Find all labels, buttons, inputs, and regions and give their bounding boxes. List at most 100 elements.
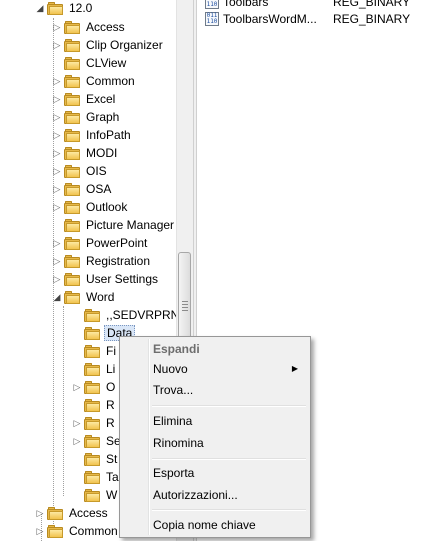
expand-icon[interactable]: ▷ (52, 252, 62, 270)
menu-item-label: Trova... (153, 383, 194, 397)
tree-node-osa[interactable]: ▷ OSA (52, 180, 113, 198)
folder-icon (64, 218, 80, 232)
tree-node-label: St (106, 452, 118, 466)
tree-node-infopath[interactable]: ▷ InfoPath (52, 126, 133, 144)
menu-separator (152, 405, 306, 407)
tree-connector (72, 306, 82, 324)
expand-icon[interactable]: ▷ (52, 36, 62, 54)
folder-icon (64, 236, 80, 250)
menu-item-delete[interactable]: Elimina (122, 410, 308, 432)
tree-node-clview[interactable]: CLView (52, 54, 128, 72)
tree-node-sedvrprn0[interactable]: ,,SEDVRPRN0 (72, 306, 188, 324)
value-type: REG_BINARY (333, 0, 411, 9)
expand-icon[interactable]: ▷ (35, 504, 45, 522)
expand-icon[interactable]: ▷ (35, 522, 45, 540)
expand-icon[interactable]: ▷ (52, 162, 62, 180)
menu-item-label: Esporta (153, 466, 195, 480)
value-row[interactable]: 011 110 ToolbarsWordM... REG_BINARY (205, 10, 410, 28)
tree-node-word-child[interactable]: R (72, 396, 117, 414)
folder-icon (64, 128, 80, 142)
menu-separator (152, 509, 306, 511)
expand-icon[interactable]: ▷ (52, 270, 62, 288)
menu-item-export[interactable]: Esporta (122, 462, 308, 484)
folder-icon (64, 254, 80, 268)
tree-node-label: Picture Manager (86, 218, 175, 232)
tree-node-excel[interactable]: ▷ Excel (52, 90, 117, 108)
tree-node-label: O (106, 380, 116, 394)
tree-node-access-root[interactable]: ▷ Access (35, 504, 110, 522)
tree-node-picture-manager[interactable]: Picture Manager (52, 216, 176, 234)
collapse-icon[interactable]: ◢ (35, 0, 45, 17)
menu-item-find[interactable]: Trova... (122, 379, 308, 401)
expand-icon[interactable]: ▷ (52, 180, 62, 198)
folder-icon (84, 326, 100, 340)
tree-node-word-child[interactable]: ▷ R (72, 414, 117, 432)
tree-node-label: Word (86, 290, 115, 304)
tree-node-common-root[interactable]: ▷ Common (35, 522, 120, 540)
collapse-icon[interactable]: ◢ (52, 288, 62, 306)
tree-node-label: OSA (86, 182, 112, 196)
tree-node-word-child[interactable]: W (72, 486, 119, 504)
tree-node-label: PowerPoint (86, 236, 148, 250)
folder-icon (84, 362, 100, 376)
tree-node-word-child[interactable]: Fi (72, 342, 118, 360)
menu-item-label: Autorizzazioni... (153, 488, 238, 502)
expand-icon[interactable]: ▷ (72, 414, 82, 432)
tree-node-word-child[interactable]: Li (72, 360, 117, 378)
folder-icon (64, 20, 80, 34)
expand-icon[interactable]: ▷ (72, 432, 82, 450)
tree-node-word-child[interactable]: ▷ Se (72, 432, 123, 450)
tree-node-label: InfoPath (86, 128, 131, 142)
value-name: ToolbarsWordM... (223, 12, 317, 26)
expand-icon[interactable]: ▷ (52, 198, 62, 216)
folder-icon (84, 380, 100, 394)
expand-icon[interactable]: ▷ (52, 126, 62, 144)
expand-icon[interactable]: ▷ (52, 234, 62, 252)
expand-icon[interactable]: ▷ (52, 18, 62, 36)
folder-icon (47, 506, 63, 520)
binary-value-icon: 011110 (205, 0, 219, 9)
tree-node-outlook[interactable]: ▷ Outlook (52, 198, 129, 216)
tree-connector (72, 468, 82, 486)
tree-node-word-child[interactable]: ▷ O (72, 378, 117, 396)
tree-node-12-0[interactable]: ◢ 12.0 (35, 0, 94, 17)
menu-item-label: Elimina (153, 414, 193, 428)
tree-node-registration[interactable]: ▷ Registration (52, 252, 152, 270)
folder-open-icon (47, 1, 63, 15)
tree-node-ois[interactable]: ▷ OIS (52, 162, 109, 180)
menu-separator (152, 458, 306, 460)
binary-value-icon: 011110 (205, 12, 219, 26)
menu-item-permissions[interactable]: Autorizzazioni... (122, 484, 308, 506)
expand-icon[interactable]: ▷ (52, 72, 62, 90)
tree-connector (72, 396, 82, 414)
tree-node-label: R (106, 416, 115, 430)
tree-node-label: CLView (86, 56, 127, 70)
tree-node-common[interactable]: ▷ Common (52, 72, 137, 90)
expand-icon[interactable]: ▷ (52, 108, 62, 126)
expand-icon[interactable]: ▷ (52, 144, 62, 162)
folder-icon (84, 434, 100, 448)
expand-icon[interactable]: ▷ (72, 378, 82, 396)
tree-node-label: 12.0 (69, 1, 93, 15)
tree-node-word-child[interactable]: St (72, 450, 119, 468)
tree-node-user-settings[interactable]: ▷ User Settings (52, 270, 160, 288)
expand-icon[interactable]: ▷ (52, 90, 62, 108)
tree-node-powerpoint[interactable]: ▷ PowerPoint (52, 234, 149, 252)
tree-node-modi[interactable]: ▷ MODI (52, 144, 119, 162)
folder-open-icon (64, 290, 80, 304)
menu-item-copy-key-name[interactable]: Copia nome chiave (122, 514, 308, 536)
context-menu[interactable]: Espandi Nuovo ▶ Trova... Elimina Rinomin… (119, 336, 311, 538)
menu-item-label: Rinomina (153, 436, 204, 450)
tree-node-word[interactable]: ◢ Word (52, 288, 116, 306)
value-type: REG_BINARY (333, 12, 411, 26)
menu-item-new[interactable]: Nuovo ▶ (122, 358, 308, 380)
tree-node-word-child[interactable]: Ta (72, 468, 121, 486)
tree-node-access[interactable]: ▷ Access (52, 18, 127, 36)
tree-node-label: User Settings (86, 272, 159, 286)
menu-item-rename[interactable]: Rinomina (122, 432, 308, 454)
tree-connector (72, 450, 82, 468)
tree-node-label: R (106, 398, 115, 412)
tree-node-graph[interactable]: ▷ Graph (52, 108, 121, 126)
tree-node-clip-organizer[interactable]: ▷ Clip Organizer (52, 36, 165, 54)
folder-icon (64, 56, 80, 70)
